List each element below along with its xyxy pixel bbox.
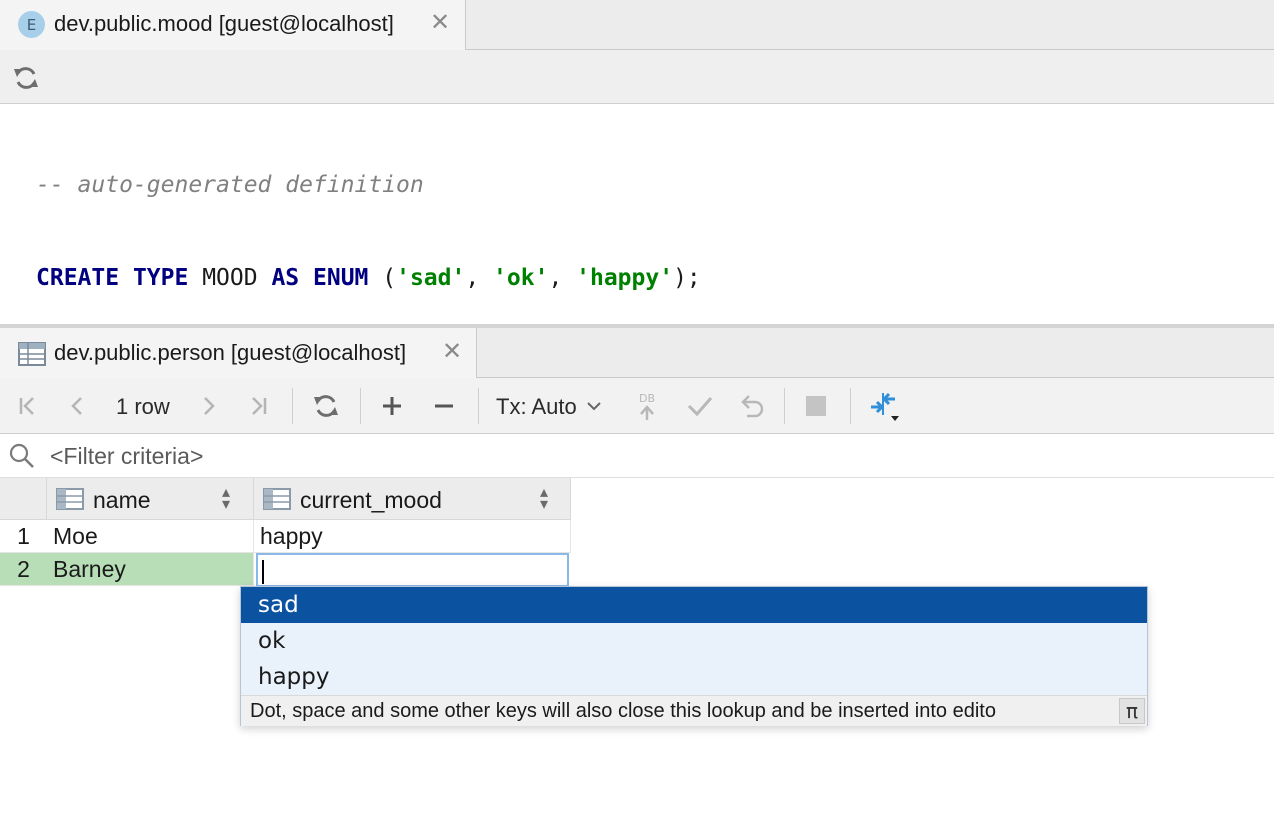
column-icon [56, 488, 84, 515]
last-page-icon[interactable] [242, 390, 274, 422]
text-caret [262, 560, 264, 584]
sql-editor[interactable]: -- auto-generated definition CREATE TYPE… [36, 108, 701, 325]
code-token: , [465, 265, 494, 291]
column-label: current_mood [300, 487, 442, 513]
tx-mode-dropdown[interactable]: Tx: Auto [496, 394, 577, 420]
lookup-item[interactable]: happy [241, 659, 1147, 695]
refresh-icon[interactable] [10, 62, 42, 94]
column-header-current-mood[interactable]: current_mood ▴ ▾ [254, 478, 571, 520]
previous-page-icon[interactable] [62, 390, 94, 422]
code-token: ( [368, 265, 397, 291]
code-line: CREATE TYPE MOOD AS ENUM ('sad', 'ok', '… [36, 263, 701, 294]
toolbar-separator [784, 388, 785, 424]
close-icon[interactable]: ✕ [442, 337, 462, 365]
code-token: ENUM [313, 265, 369, 291]
column-label: name [93, 487, 151, 513]
commit-check-icon[interactable] [684, 390, 716, 422]
delete-row-icon[interactable] [428, 390, 460, 422]
row-number-header [0, 478, 47, 520]
completion-lookup: sad ok happy Dot, space and some other k… [240, 586, 1148, 726]
editor-toolbar [0, 50, 1274, 104]
tab-label: dev.public.mood [guest@localhost] [54, 11, 394, 36]
next-page-icon[interactable] [192, 390, 224, 422]
table-icon [18, 342, 46, 371]
compare-arrows-icon[interactable] [866, 390, 902, 422]
grid-toolbar: 1 row Tx: Auto DB [0, 378, 1274, 434]
code-token: , [548, 265, 577, 291]
filter-bar[interactable]: <Filter criteria> [0, 434, 1274, 478]
column-icon [263, 488, 291, 515]
submit-db-icon[interactable]: DB [630, 390, 664, 422]
code-token: ); [673, 265, 701, 291]
code-token: 'sad' [396, 265, 466, 291]
toolbar-separator [850, 388, 851, 424]
tab-person-table[interactable]: dev.public.person [guest@localhost] ✕ [0, 328, 477, 378]
row-number[interactable]: 2 [0, 553, 47, 586]
cell-current-mood-editor[interactable] [256, 553, 569, 587]
add-row-icon[interactable] [376, 390, 408, 422]
toolbar-separator [292, 388, 293, 424]
code-token: AS [271, 265, 300, 291]
pi-icon[interactable]: π [1119, 698, 1145, 724]
lookup-footer: Dot, space and some other keys will also… [241, 695, 1147, 726]
lookup-hint: Dot, space and some other keys will also… [250, 700, 996, 722]
column-header-name[interactable]: name ▴ ▾ [47, 478, 254, 520]
first-page-icon[interactable] [12, 390, 44, 422]
sort-arrows-icon[interactable]: ▴ ▾ [540, 484, 548, 512]
code-token: 'happy' [576, 265, 674, 291]
row-count[interactable]: 1 row [116, 394, 170, 420]
db-badge-text: DB [639, 392, 655, 405]
code-token: TYPE [132, 265, 189, 291]
cell-name[interactable]: Moe [47, 520, 254, 553]
row-number[interactable]: 1 [0, 520, 47, 553]
enum-type-icon: E [18, 11, 45, 38]
search-icon [8, 442, 36, 475]
code-token: 'ok' [493, 265, 549, 291]
data-tab-bar: dev.public.person [guest@localhost] ✕ [0, 328, 1274, 378]
filter-input[interactable]: <Filter criteria> [50, 443, 203, 470]
sort-arrows-icon[interactable]: ▴ ▾ [222, 484, 230, 512]
cell-name[interactable]: Barney [47, 553, 254, 586]
code-comment: -- auto-generated definition [36, 172, 424, 198]
toolbar-separator [478, 388, 479, 424]
editor-tab-bar: E dev.public.mood [guest@localhost] ✕ [0, 0, 1274, 50]
code-token: CREATE [36, 265, 120, 291]
lookup-item[interactable]: sad [241, 587, 1147, 623]
stop-icon[interactable] [800, 390, 832, 422]
cell-current-mood[interactable]: happy [254, 520, 571, 553]
code-token: MOOD [188, 265, 272, 291]
lookup-item[interactable]: ok [241, 623, 1147, 659]
toolbar-separator [360, 388, 361, 424]
reload-icon[interactable] [309, 390, 343, 422]
close-icon[interactable]: ✕ [430, 8, 450, 36]
tab-mood-definition[interactable]: E dev.public.mood [guest@localhost] ✕ [0, 0, 466, 50]
tab-label: dev.public.person [guest@localhost] [54, 340, 407, 365]
chevron-down-icon[interactable] [583, 390, 605, 422]
rollback-icon[interactable] [735, 390, 767, 422]
